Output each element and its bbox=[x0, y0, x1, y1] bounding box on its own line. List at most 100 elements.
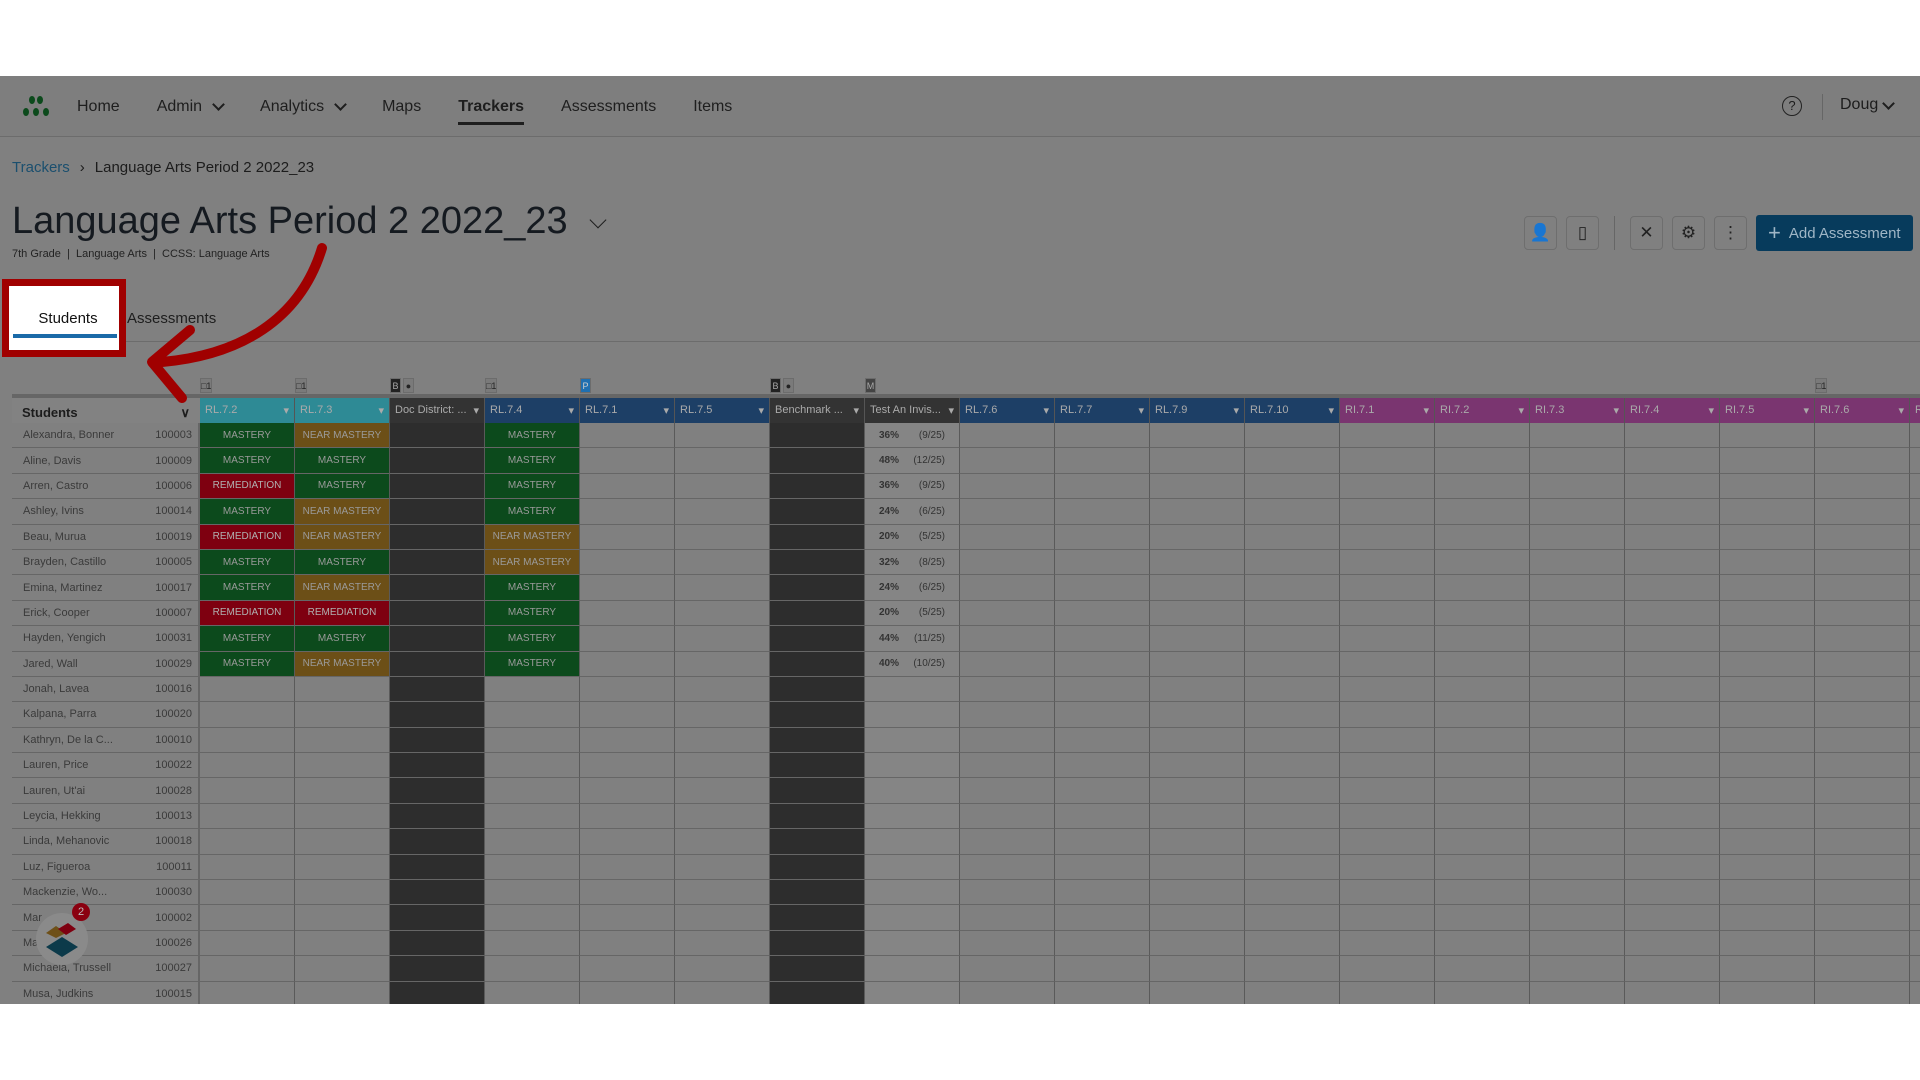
score-cell[interactable] bbox=[390, 473, 485, 500]
score-cell[interactable] bbox=[1340, 981, 1435, 1004]
score-cell[interactable] bbox=[675, 626, 770, 652]
score-cell[interactable] bbox=[865, 676, 960, 703]
score-cell[interactable] bbox=[1720, 829, 1815, 855]
score-cell[interactable] bbox=[1435, 753, 1530, 779]
score-cell[interactable] bbox=[1245, 727, 1340, 754]
score-cell[interactable] bbox=[1340, 702, 1435, 728]
score-cell[interactable] bbox=[390, 880, 485, 906]
score-cell[interactable] bbox=[1340, 930, 1435, 957]
score-cell[interactable] bbox=[580, 905, 675, 931]
score-cell[interactable] bbox=[485, 854, 580, 881]
student-cell[interactable]: Kalpana, Parra 100020 bbox=[12, 702, 200, 728]
score-cell[interactable] bbox=[960, 524, 1055, 550]
score-cell[interactable] bbox=[1150, 499, 1245, 525]
score-cell[interactable] bbox=[1815, 626, 1910, 652]
caret-down-icon[interactable]: ▾ bbox=[1043, 404, 1049, 417]
score-cell[interactable]: MASTERY bbox=[200, 575, 295, 601]
score-cell[interactable] bbox=[295, 676, 390, 703]
score-cell[interactable] bbox=[1150, 524, 1245, 550]
score-cell[interactable] bbox=[1150, 854, 1245, 881]
score-cell[interactable] bbox=[1720, 854, 1815, 881]
score-cell[interactable] bbox=[1245, 829, 1340, 855]
score-cell[interactable] bbox=[1435, 600, 1530, 627]
score-cell[interactable] bbox=[1815, 423, 1910, 449]
score-cell[interactable] bbox=[390, 600, 485, 627]
score-cell[interactable]: NEAR MASTERY bbox=[295, 499, 390, 525]
score-cell[interactable] bbox=[1910, 778, 1920, 804]
score-cell[interactable] bbox=[1910, 525, 1920, 550]
score-cell[interactable] bbox=[485, 702, 580, 728]
score-cell[interactable] bbox=[1055, 575, 1150, 601]
score-cell[interactable] bbox=[580, 803, 675, 830]
score-cell[interactable] bbox=[1435, 727, 1530, 754]
caret-down-icon[interactable]: ▾ bbox=[1423, 404, 1429, 417]
score-cell[interactable] bbox=[1530, 651, 1625, 677]
score-cell[interactable]: MASTERY bbox=[485, 600, 580, 627]
score-cell[interactable] bbox=[390, 448, 485, 474]
score-cell[interactable]: NEAR MASTERY bbox=[295, 651, 390, 677]
score-cell[interactable] bbox=[1055, 930, 1150, 957]
score-cell[interactable] bbox=[770, 956, 865, 982]
score-cell[interactable] bbox=[1530, 956, 1625, 982]
score-cell[interactable] bbox=[675, 448, 770, 474]
score-cell[interactable] bbox=[1340, 829, 1435, 855]
score-cell[interactable]: 20% (5/25) bbox=[865, 524, 960, 550]
score-cell[interactable] bbox=[580, 423, 675, 449]
score-cell[interactable] bbox=[1625, 727, 1720, 754]
score-cell[interactable] bbox=[200, 930, 295, 957]
student-cell[interactable]: Jonah, Lavea 100016 bbox=[12, 676, 200, 703]
score-cell[interactable] bbox=[1910, 474, 1920, 500]
score-cell[interactable] bbox=[1150, 575, 1245, 601]
score-cell[interactable]: MASTERY bbox=[200, 499, 295, 525]
score-cell[interactable] bbox=[1815, 600, 1910, 627]
score-cell[interactable] bbox=[770, 423, 865, 449]
score-cell[interactable] bbox=[1055, 524, 1150, 550]
score-cell[interactable] bbox=[390, 676, 485, 703]
score-cell[interactable] bbox=[675, 727, 770, 754]
score-cell[interactable] bbox=[485, 956, 580, 982]
score-cell[interactable] bbox=[865, 930, 960, 957]
score-cell[interactable] bbox=[1530, 423, 1625, 449]
score-cell[interactable] bbox=[865, 702, 960, 728]
caret-down-icon[interactable]: ▾ bbox=[1803, 404, 1809, 417]
score-cell[interactable] bbox=[1815, 702, 1910, 728]
score-cell[interactable] bbox=[1530, 626, 1625, 652]
score-cell[interactable] bbox=[1815, 651, 1910, 677]
score-cell[interactable] bbox=[675, 499, 770, 525]
score-cell[interactable]: MASTERY bbox=[485, 575, 580, 601]
score-cell[interactable] bbox=[1530, 854, 1625, 881]
score-cell[interactable] bbox=[485, 905, 580, 931]
score-cell[interactable] bbox=[1245, 854, 1340, 881]
score-cell[interactable] bbox=[1530, 702, 1625, 728]
student-cell[interactable]: Leycia, Hekking 100013 bbox=[12, 803, 200, 830]
student-cell[interactable]: Lauren, Price 100022 bbox=[12, 753, 200, 779]
score-cell[interactable] bbox=[390, 854, 485, 881]
score-cell[interactable] bbox=[960, 753, 1055, 779]
score-cell[interactable] bbox=[580, 880, 675, 906]
score-cell[interactable] bbox=[1720, 651, 1815, 677]
score-cell[interactable] bbox=[1150, 829, 1245, 855]
score-cell[interactable]: MASTERY bbox=[200, 549, 295, 576]
score-cell[interactable] bbox=[1055, 702, 1150, 728]
score-cell[interactable] bbox=[1910, 982, 1920, 1004]
score-cell[interactable] bbox=[1055, 905, 1150, 931]
score-cell[interactable] bbox=[1340, 575, 1435, 601]
score-cell[interactable] bbox=[485, 981, 580, 1004]
score-cell[interactable] bbox=[485, 727, 580, 754]
score-cell[interactable] bbox=[675, 575, 770, 601]
score-cell[interactable] bbox=[1815, 499, 1910, 525]
score-cell[interactable] bbox=[200, 880, 295, 906]
score-cell[interactable] bbox=[770, 626, 865, 652]
column-header[interactable]: RL.7.3 ▾ bbox=[295, 398, 390, 423]
score-cell[interactable] bbox=[1910, 601, 1920, 627]
score-cell[interactable] bbox=[1435, 676, 1530, 703]
score-cell[interactable] bbox=[390, 702, 485, 728]
nav-item-analytics[interactable]: Analytics bbox=[260, 76, 347, 137]
score-cell[interactable]: 24% (6/25) bbox=[865, 575, 960, 601]
score-cell[interactable] bbox=[1245, 473, 1340, 500]
score-cell[interactable] bbox=[1055, 423, 1150, 449]
score-cell[interactable] bbox=[390, 499, 485, 525]
score-cell[interactable]: NEAR MASTERY bbox=[485, 549, 580, 576]
column-header[interactable]: Test An Invis... ▾ bbox=[865, 398, 960, 423]
score-cell[interactable] bbox=[580, 727, 675, 754]
